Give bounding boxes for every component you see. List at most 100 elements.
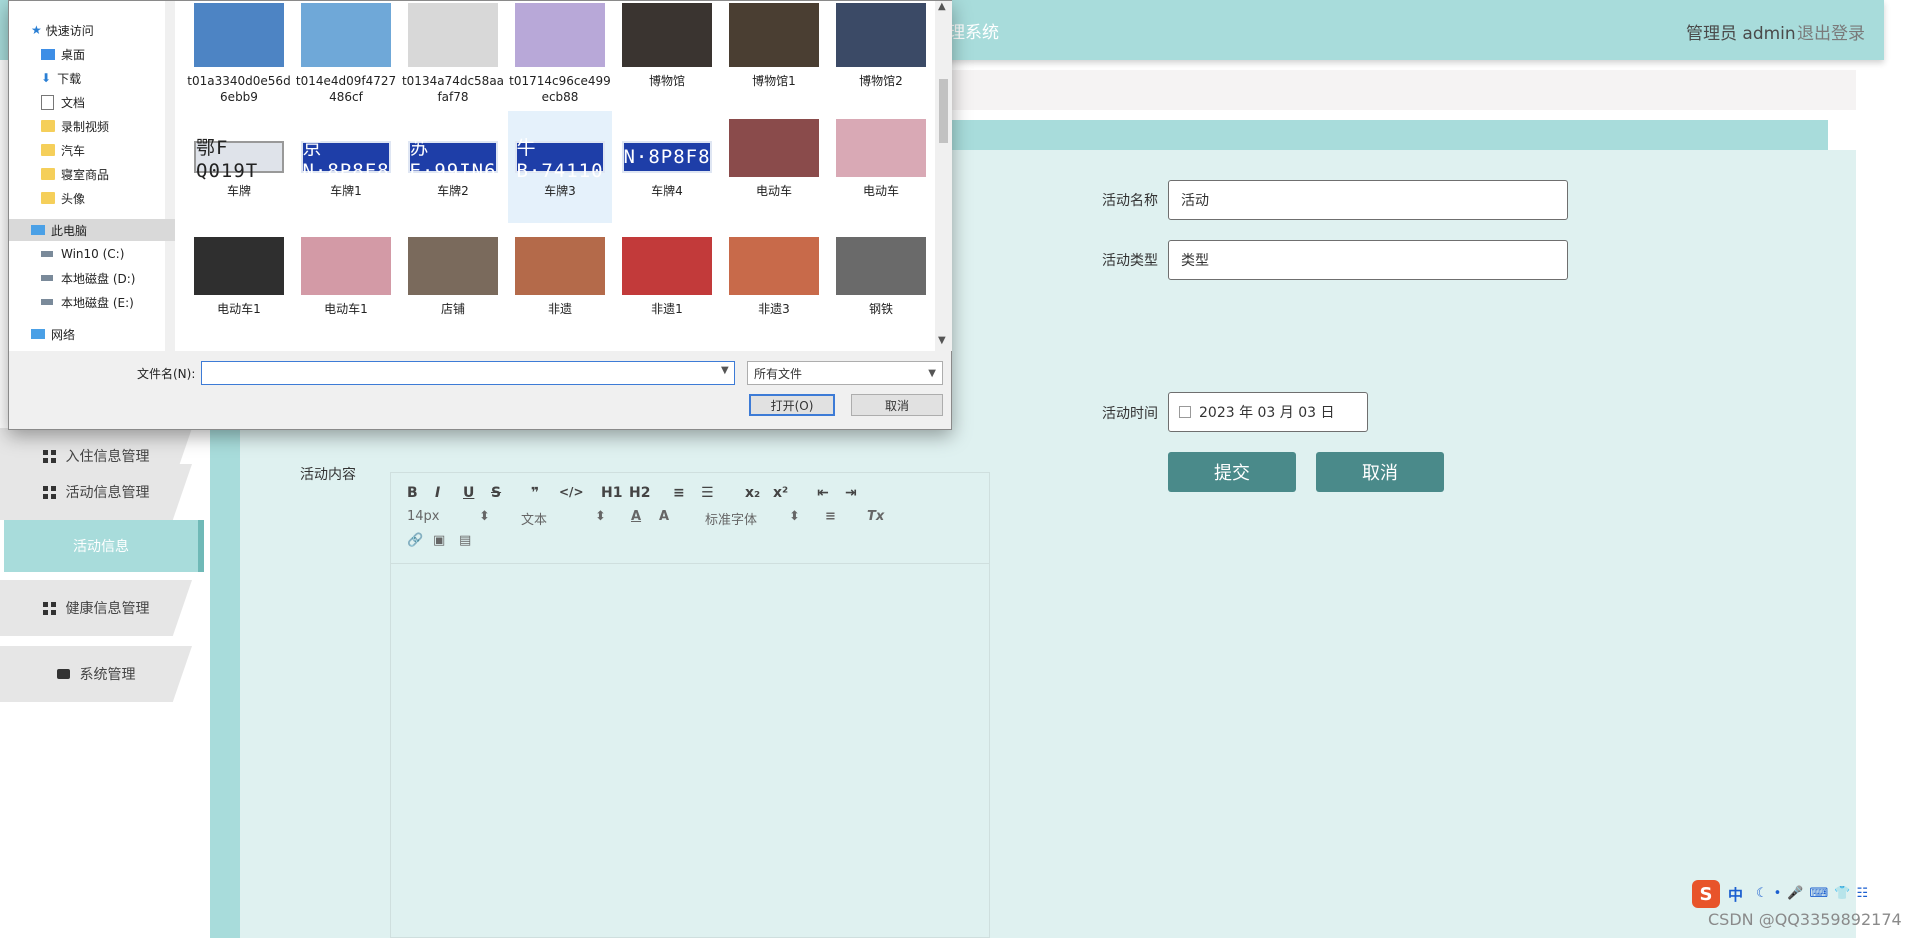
outdent-button[interactable]: ⇤ [817,485,829,501]
header-user-label: 管理员 admin [1686,24,1796,44]
superscript-button[interactable]: x² [773,485,788,501]
file-item[interactable]: t0134a74dc58aafaf78 [401,1,505,113]
blockquote-button[interactable]: ❞ [531,485,539,501]
file-item[interactable]: t01a3340d0e56d6ebb9 [187,1,291,113]
file-item[interactable]: 非遗3 [722,229,826,341]
file-item[interactable]: 电动车1 [294,229,398,341]
link-icon[interactable]: 🔗 [407,533,423,548]
open-button[interactable]: 打开(O) [749,394,835,416]
nav-drive-d[interactable]: 本地磁盘 (D:) [9,267,197,289]
file-item[interactable]: 鄂F Q019T 车牌 [187,111,291,223]
sidebar-item-activity-info[interactable]: 活动信息 [4,520,204,572]
nav-network[interactable]: 网络 [9,323,187,345]
background-color-button[interactable]: A [659,509,669,524]
file-item[interactable]: 博物馆2 [829,1,933,113]
logout-link[interactable]: 退出登录 [1797,19,1865,44]
nav-folder-recordings[interactable]: 录制视频 [9,115,197,137]
file-item[interactable]: t01714c96ce499ecb88 [508,1,612,113]
file-item[interactable]: 电动车 [829,111,933,223]
image-thumbnail [729,3,819,67]
nav-label: 本地磁盘 (D:) [61,271,136,286]
image-thumbnail [194,237,284,295]
sidebar-item-system[interactable]: 系统管理 [0,646,192,702]
align-button[interactable]: ≡ [825,509,836,524]
dialog-cancel-button[interactable]: 取消 [851,394,943,416]
italic-button[interactable]: I [435,485,440,501]
cancel-button[interactable]: 取消 [1316,452,1444,492]
h1-button[interactable]: H1 [601,485,622,501]
nav-folder-dorm-goods[interactable]: 寝室商品 [9,163,197,185]
h2-button[interactable]: H2 [629,485,650,501]
indent-button[interactable]: ⇥ [845,485,857,501]
file-item[interactable]: t014e4d09f4727486cf [294,1,398,113]
bullet-list-button[interactable]: ☰ [701,485,714,501]
file-item[interactable]: N·8P8F8 车牌4 [615,111,719,223]
file-item[interactable]: 博物馆1 [722,1,826,113]
nav-label: 桌面 [61,47,86,62]
sidebar-item-label: 入住信息管理 [65,449,150,465]
font-size-select[interactable]: 14px [407,509,440,524]
strike-button[interactable]: S [491,485,501,501]
nav-label: 文档 [61,95,86,110]
file-item[interactable]: 京N·8P8F8 车牌1 [294,111,398,223]
subscript-button[interactable]: x₂ [745,485,760,501]
submit-button[interactable]: 提交 [1168,452,1296,492]
file-name: 博物馆2 [859,74,903,88]
nav-drive-e[interactable]: 本地磁盘 (E:) [9,291,197,313]
sogou-ime-icon[interactable]: S [1692,880,1720,908]
underline-button[interactable]: U [463,485,474,501]
editor-body[interactable] [391,564,989,938]
calendar-icon [1179,406,1191,418]
license-plate-thumbnail: 京N·8P8F8 [301,136,391,182]
activity-time-input[interactable]: 2023 年 03 月 03 日 [1168,392,1368,432]
filename-input[interactable] [201,361,735,385]
file-item[interactable]: 非遗1 [615,229,719,341]
bold-button[interactable]: B [407,485,418,501]
nav-downloads[interactable]: ⬇ 下载 📌 [9,67,197,89]
nav-documents[interactable]: 文档 📌 [9,91,197,113]
file-list-scrollbar[interactable]: ▲ ▼ [935,1,952,351]
code-button[interactable]: </> [559,485,584,499]
activity-name-input[interactable]: 活动 [1168,180,1568,220]
nav-folder-cars[interactable]: 汽车 [9,139,197,161]
nav-drive-c[interactable]: Win10 (C:) [9,243,197,265]
nav-desktop[interactable]: 桌面 📌 [9,43,197,65]
video-icon[interactable]: ▤ [459,533,471,548]
document-icon [41,94,54,110]
header-select[interactable]: 文本 [521,509,547,528]
nav-quick-access[interactable]: ★ 快速访问 [9,19,187,41]
file-type-value: 所有文件 [754,366,803,381]
nav-folder-avatar[interactable]: 头像 [9,187,197,209]
scrollbar-thumb[interactable] [939,79,948,143]
file-item[interactable]: 钢铁 [829,229,933,341]
file-item[interactable]: 非遗 [508,229,612,341]
image-icon[interactable]: ▣ [433,533,445,548]
font-color-button[interactable]: A [631,509,641,524]
sidebar-item-activity-management[interactable]: 活动信息管理 [0,464,192,520]
file-item[interactable]: 店铺 [401,229,505,341]
activity-type-input[interactable]: 类型 [1168,240,1568,280]
license-plate-thumbnail: N·8P8F8 [622,141,712,173]
font-family-select[interactable]: 标准字体 [705,509,757,528]
nav-this-pc[interactable]: 此电脑 [9,219,187,241]
file-item[interactable]: 博物馆 [615,1,719,113]
nav-label: 寝室商品 [61,167,110,182]
file-item[interactable]: 牛B·74110 车牌3 [508,111,612,223]
ime-language-indicator[interactable]: 中 [1728,884,1743,905]
chevron-up-icon: ▲ [938,1,946,12]
file-item[interactable]: 电动车 [722,111,826,223]
chevron-updown-icon: ⬍ [595,509,606,524]
drive-icon [41,251,53,257]
file-item[interactable]: 电动车1 [187,229,291,341]
clear-format-button[interactable]: Tx [867,509,884,524]
ime-toolbar-icons[interactable]: ☾•🎤⌨👕☷ [1756,886,1874,901]
nav-label: 头像 [61,191,86,206]
drive-icon [41,299,53,305]
ordered-list-button[interactable]: ≡ [673,485,685,501]
file-type-select[interactable]: 所有文件 ▼ [747,361,943,385]
file-item[interactable]: 苏E·99IN6 车牌2 [401,111,505,223]
file-name: 非遗 [547,302,572,316]
sidebar-item-health-management[interactable]: 健康信息管理 [0,580,192,636]
file-name: 钢铁 [868,302,893,316]
image-thumbnail [622,3,712,67]
